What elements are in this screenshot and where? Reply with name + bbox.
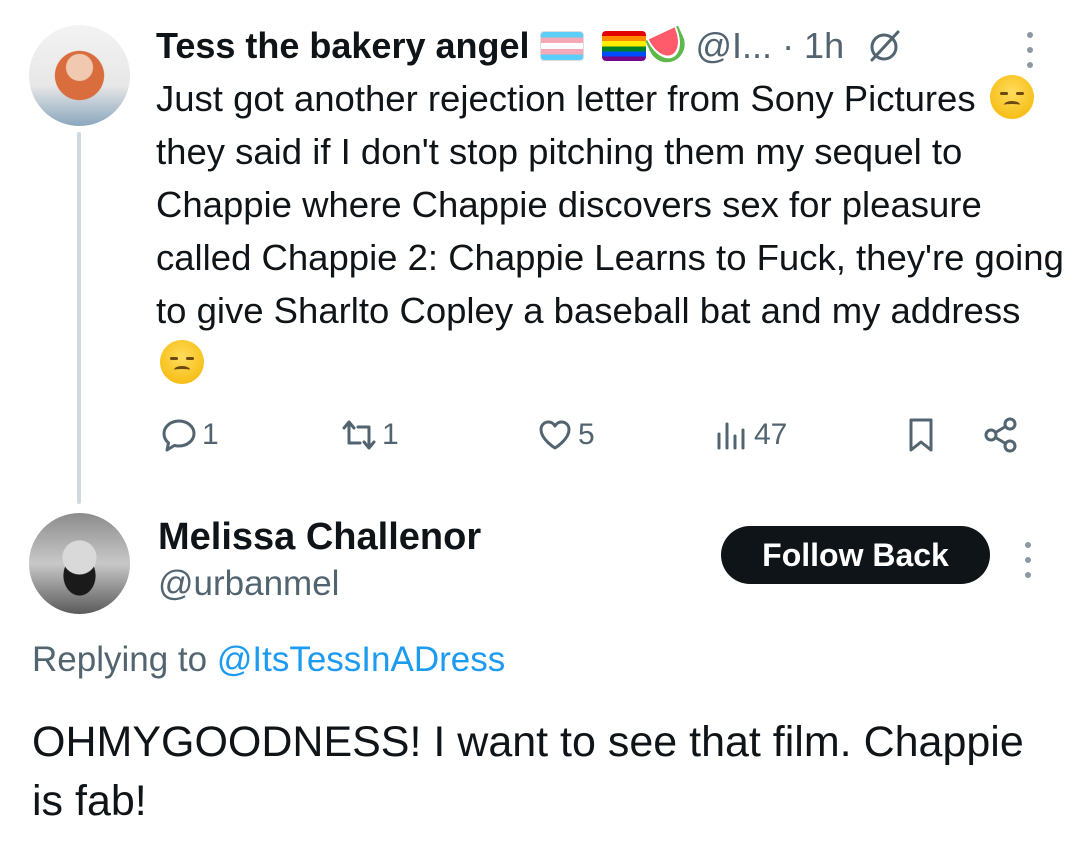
tweet-header: Tess the bakery angel @I... · 1h [156,20,904,72]
share-icon [984,417,1017,453]
bookmark-button[interactable] [902,413,940,457]
confounded-face-emoji-icon [989,75,1034,119]
view-count: 47 [754,418,788,451]
tweet-text-part: Just got another rejection letter from S… [156,78,986,119]
rainbow-flag-icon [601,31,646,61]
reply-icon [162,419,196,452]
replying-prefix: Replying to [32,640,208,679]
replying-handle-link[interactable]: @ItsTessInADress [217,640,505,679]
timestamp[interactable]: · 1h [782,25,844,67]
replying-to-line: Replying to @ItsTessInADress [32,640,505,680]
tweet-text: OHMYGOODNESS! I want to see that film. C… [32,718,1024,825]
tweet-actions: 1 1 5 47 [160,413,1040,457]
author-handle[interactable]: @urbanmel [158,564,339,604]
like-count: 5 [578,418,595,451]
tweet-text: Just got another rejection letter from S… [156,72,1066,390]
tweet-text-part: they said if I don't stop pitching them … [156,131,1064,331]
avatar[interactable] [29,25,130,126]
reply-button[interactable]: 1 [160,413,219,457]
tweet-thread: Tess the bakery angel @I... · 1h Just go… [0,0,1080,858]
author-name[interactable]: Melissa Challenor [158,516,481,559]
bookmark-icon [909,418,933,452]
repost-icon [342,420,376,450]
views-button[interactable]: 47 [712,413,787,457]
follow-back-button[interactable]: Follow Back [721,526,990,584]
more-options-icon[interactable] [1024,30,1036,70]
repost-count: 1 [382,418,399,451]
reply-count: 1 [202,418,219,451]
share-button[interactable] [982,413,1020,457]
avatar[interactable] [29,513,130,614]
watermelon-icon [648,26,688,66]
transgender-flag-icon [539,31,584,61]
grok-icon[interactable] [864,26,904,66]
views-chart-icon [717,422,745,450]
more-options-icon[interactable] [1022,540,1034,580]
repost-button[interactable]: 1 [340,413,399,457]
like-button[interactable]: 5 [536,413,595,457]
disappointed-face-emoji-icon [160,340,204,384]
author-handle[interactable]: @I... [696,25,773,67]
author-name[interactable]: Tess the bakery angel [156,25,530,67]
thread-connector-line [77,132,81,504]
heart-icon [539,420,571,450]
